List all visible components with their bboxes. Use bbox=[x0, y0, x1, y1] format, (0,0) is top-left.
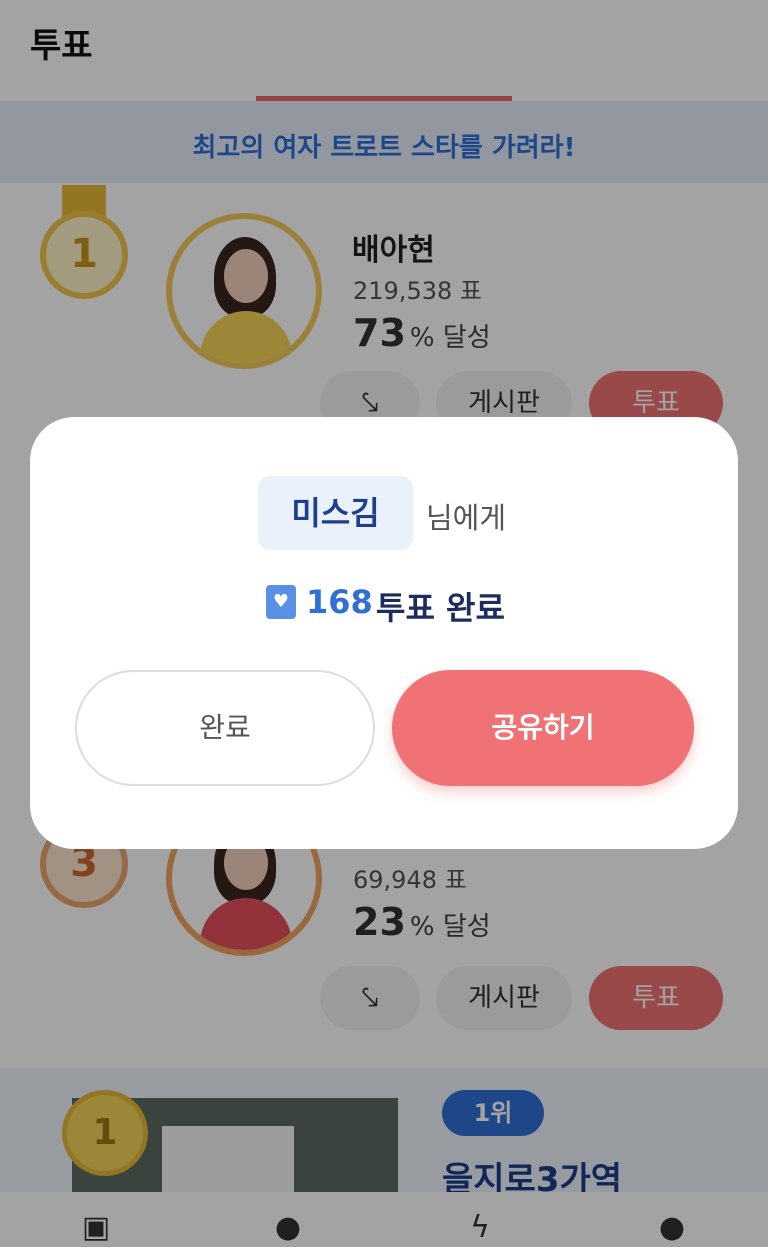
vote-complete-dialog: 미스김 님에게 ♥ 168 투표 완료 완료 공유하기 bbox=[30, 417, 738, 849]
heart-box-icon: ♥ bbox=[266, 585, 296, 619]
vote-count: 168 bbox=[306, 583, 373, 621]
done-button[interactable]: 완료 bbox=[75, 670, 375, 786]
share-button[interactable]: 공유하기 bbox=[392, 670, 694, 786]
recipient-name: 미스김 bbox=[258, 476, 413, 550]
recipient-suffix: 님에게 bbox=[426, 501, 507, 535]
vote-done-text: 투표 완료 bbox=[376, 589, 505, 627]
